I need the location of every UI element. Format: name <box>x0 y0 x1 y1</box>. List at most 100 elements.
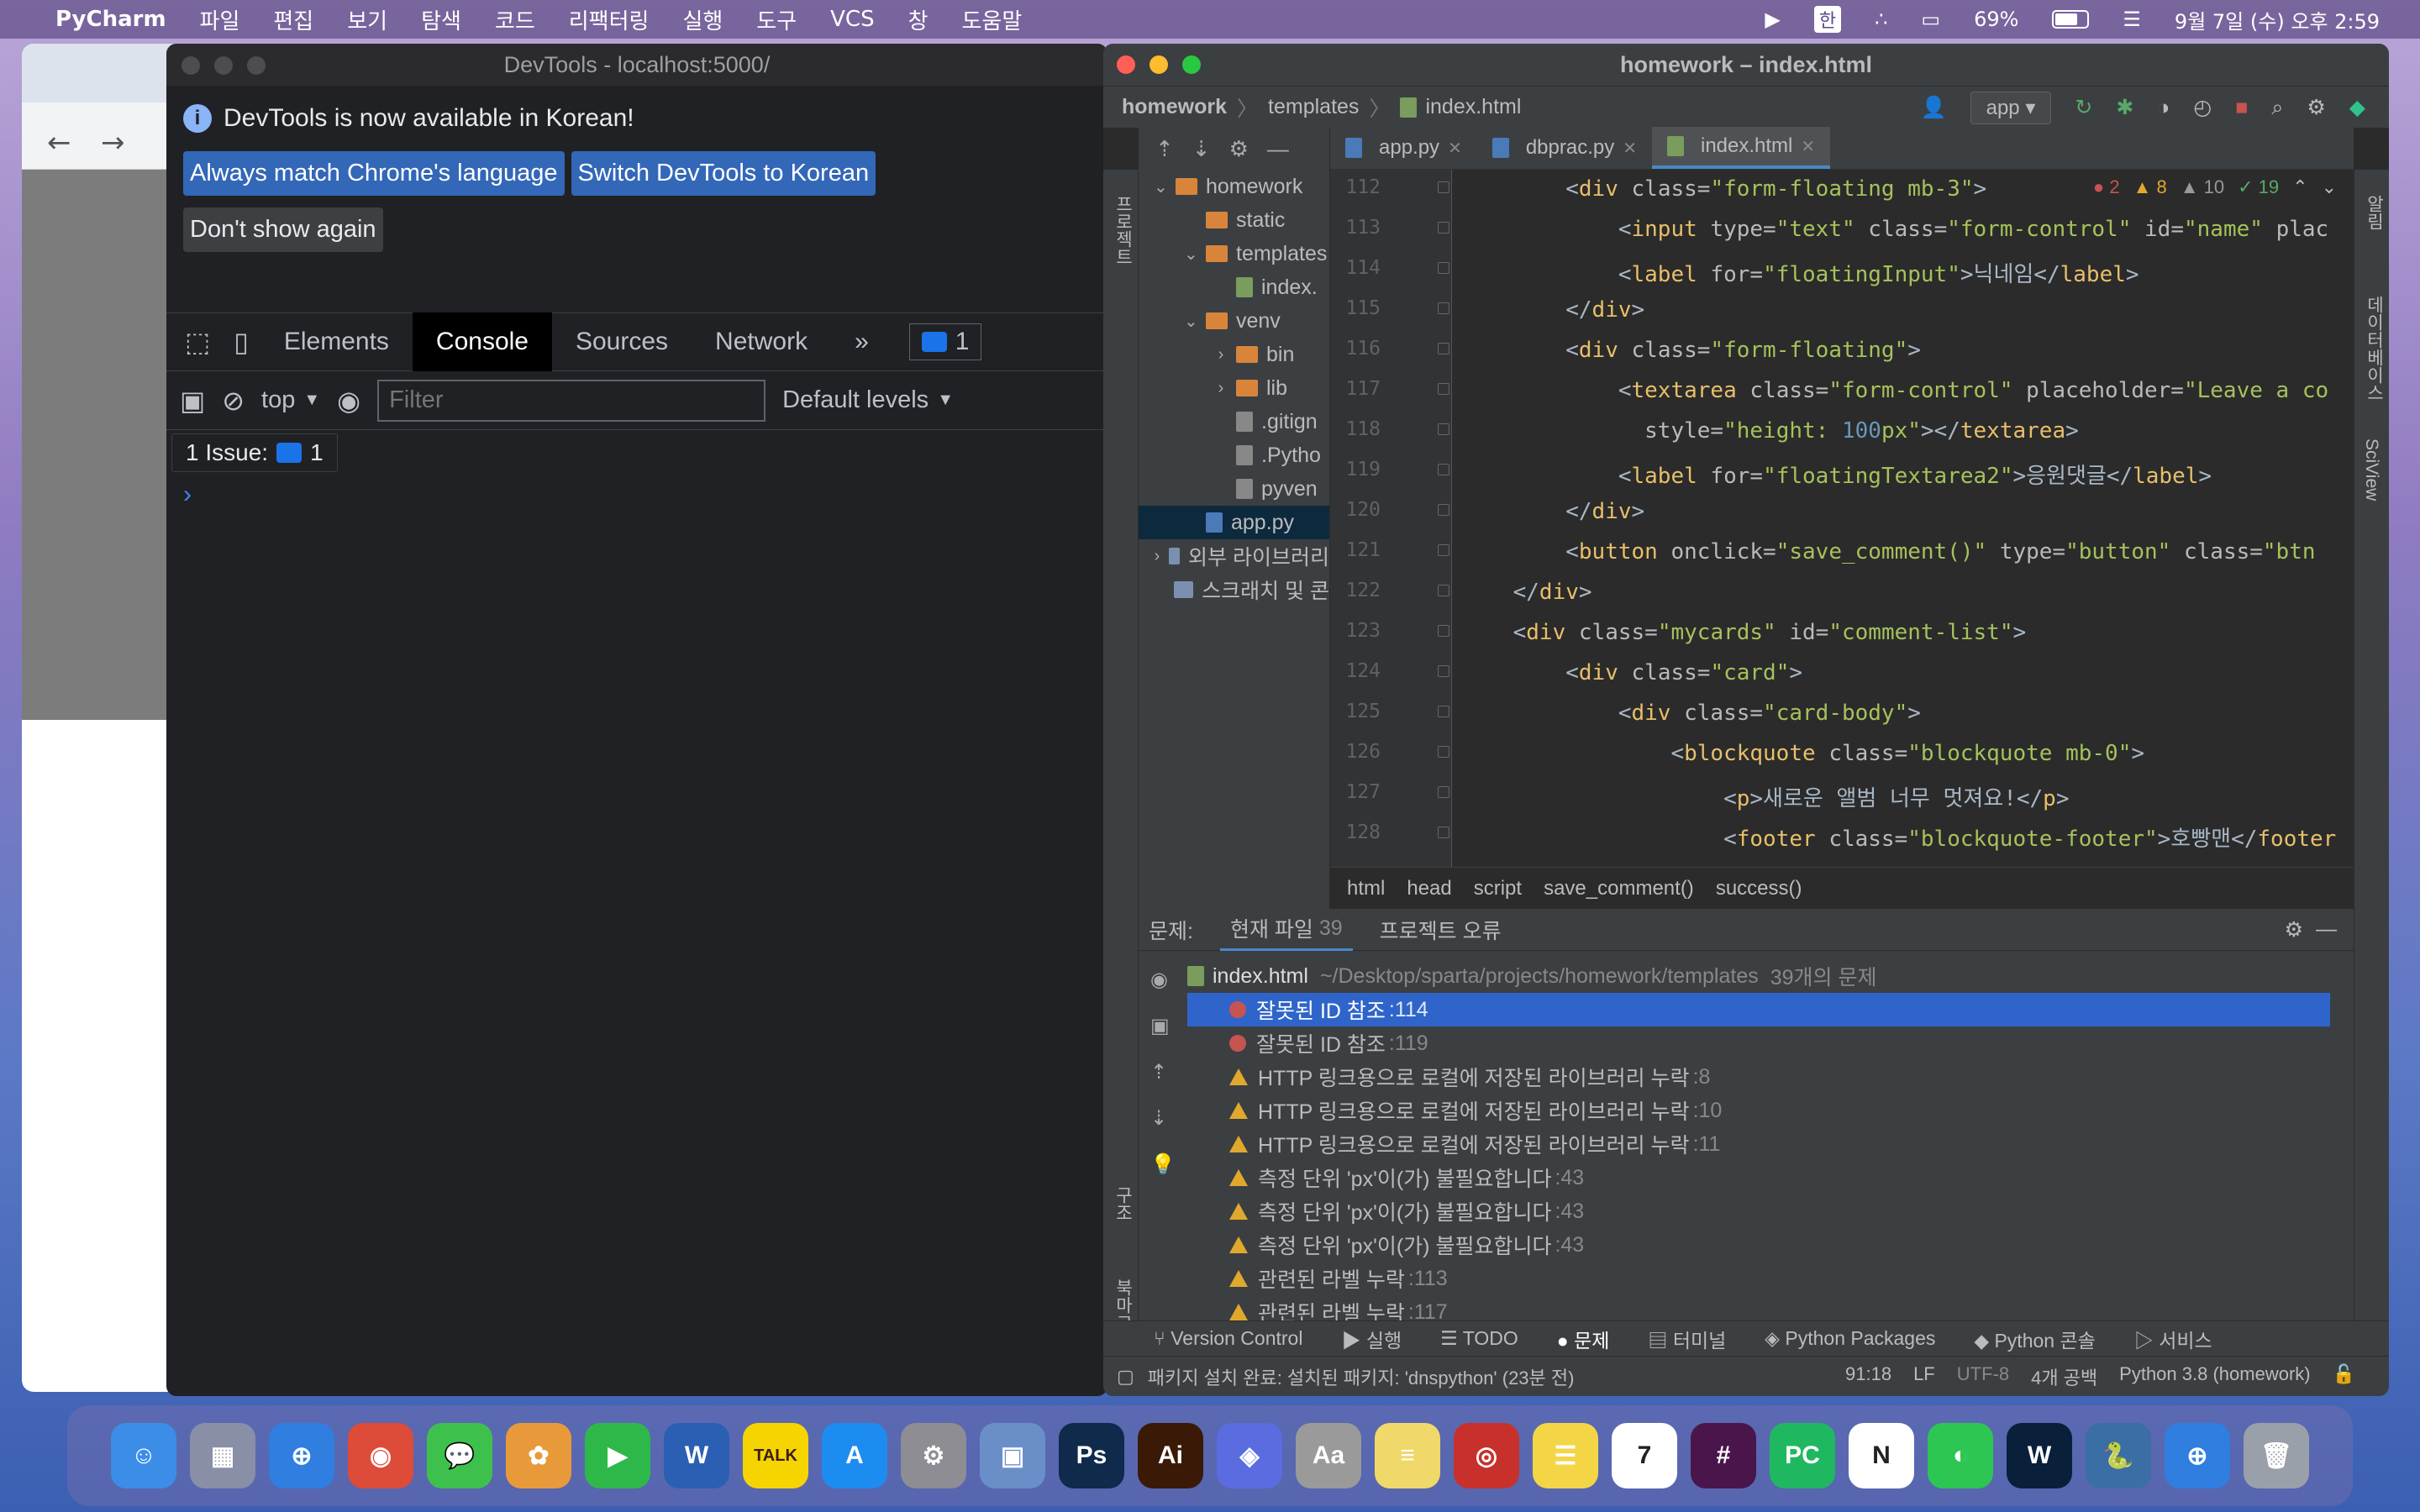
structure-tool-tab[interactable]: 구조 <box>1110 1186 1135 1221</box>
chevron-icon[interactable]: ⌄ <box>1184 244 1198 265</box>
python-console-tool[interactable]: ◆ Python 콘솔 <box>1974 1325 2095 1353</box>
code-line[interactable]: </div> <box>1460 499 1644 524</box>
play-status-icon[interactable]: ▶ <box>1765 8 1780 31</box>
kakaotalk-dock-icon[interactable]: TALK <box>743 1423 808 1488</box>
code-line[interactable]: <label for="floatingInput">닉네임</label> <box>1460 257 2139 288</box>
plugin-icon[interactable]: ◆ <box>2349 95 2365 120</box>
crumb-html[interactable]: html <box>1347 877 1385 900</box>
chevron-icon[interactable]: ⌄ <box>1154 176 1168 197</box>
device-toolbar-icon[interactable]: ▯ <box>222 326 260 358</box>
collapse-icon[interactable]: ⇣ <box>1150 1106 1176 1131</box>
inspect-element-icon[interactable]: ⬚ <box>166 326 222 358</box>
tree-item[interactable]: ⌄ homework <box>1139 170 1329 203</box>
python-packages-tool[interactable]: ◈ Python Packages <box>1765 1327 1935 1350</box>
context-select[interactable]: top ▼ <box>261 386 320 414</box>
problem-row[interactable]: 측정 단위 'px'이(가) 불필요합니다:43 <box>1187 1194 2330 1228</box>
live-expression-eye-icon[interactable]: ◉ <box>337 385 360 417</box>
terminal-tool[interactable]: ▤ 터미널 <box>1648 1325 1726 1353</box>
gear-icon[interactable]: ⚙ <box>2307 95 2325 120</box>
prev-highlight-icon[interactable]: ⌃ <box>2292 176 2307 198</box>
weak-warning-count[interactable]: ▲ 10 <box>2181 176 2224 198</box>
facetime-dock-icon[interactable]: ▶ <box>585 1423 650 1488</box>
fold-marker-icon[interactable] <box>1438 504 1449 516</box>
editor-tab[interactable]: index.html ✕ <box>1652 127 1831 169</box>
menu-item-refactor[interactable]: 리팩터링 <box>569 4 650 35</box>
gear-icon[interactable]: ⚙ <box>1229 136 1249 162</box>
notifications-tool-tab[interactable]: 알림 <box>2361 195 2386 230</box>
fold-marker-icon[interactable] <box>1438 343 1449 354</box>
problem-row[interactable]: HTTP 링크용으로 로컬에 저장된 라이브러리 누락:8 <box>1187 1060 2330 1094</box>
fold-marker-icon[interactable] <box>1438 585 1449 596</box>
photos-dock-icon[interactable]: ✿ <box>506 1423 571 1488</box>
chevron-icon[interactable]: › <box>1214 379 1228 398</box>
fold-marker-icon[interactable] <box>1438 302 1449 314</box>
database-tool-tab[interactable]: 데이터베이스 <box>2361 296 2386 402</box>
chevron-icon[interactable]: ⌄ <box>1184 311 1198 332</box>
sciview-tool-tab[interactable]: SciView <box>2361 438 2381 501</box>
menu-app-name[interactable]: PyCharm <box>55 7 166 32</box>
editor-tab[interactable]: app.py ✕ <box>1330 127 1477 169</box>
problem-row[interactable]: 측정 단위 'px'이(가) 불필요합니다:43 <box>1187 1161 2330 1194</box>
tree-item[interactable]: › 외부 라이브러리 <box>1139 539 1329 573</box>
menu-item-code[interactable]: 코드 <box>495 4 535 35</box>
run-config-select[interactable]: app ▾ <box>1970 91 2052 124</box>
webex-dock-icon[interactable]: W <box>2007 1423 2072 1488</box>
tree-item[interactable]: static <box>1139 203 1329 237</box>
clear-console-icon[interactable]: ⊘ <box>222 385 245 417</box>
nav-crumb-project[interactable]: homework <box>1122 95 1227 119</box>
fold-marker-icon[interactable] <box>1438 222 1449 234</box>
code-line[interactable]: <button onclick="save_comment()" type="b… <box>1460 539 2328 564</box>
console-prompt[interactable]: › <box>183 480 192 509</box>
inspection-widget[interactable]: ● 2 ▲ 8 ▲ 10 ✓ 19 ⌃ ⌄ <box>2093 176 2337 198</box>
fold-marker-icon[interactable] <box>1438 383 1449 395</box>
display-icon[interactable]: ▭ <box>1921 8 1940 31</box>
coverage-icon[interactable]: ◑ <box>2157 96 2170 120</box>
menu-item-file[interactable]: 파일 <box>200 4 240 35</box>
problem-row[interactable]: HTTP 링크용으로 로컬에 저장된 라이브러리 누락:10 <box>1187 1094 2330 1127</box>
bulb-icon[interactable]: 💡 <box>1150 1152 1176 1177</box>
next-highlight-icon[interactable]: ⌄ <box>2322 176 2337 198</box>
image-capture-dock-icon[interactable]: ◈ <box>1217 1423 1282 1488</box>
input-source-indicator[interactable]: 한 <box>1813 6 1842 33</box>
error-count[interactable]: ● 2 <box>2093 176 2120 198</box>
menu-item-edit[interactable]: 편집 <box>273 4 313 35</box>
project-tool-tab[interactable]: 프로젝트 <box>1110 195 1135 265</box>
expand-icon[interactable]: ⇡ <box>1150 1060 1176 1084</box>
lock-icon[interactable]: 🔓 <box>2333 1363 2355 1390</box>
calendar-dock-icon[interactable]: 7 <box>1612 1423 1677 1488</box>
fold-marker-icon[interactable] <box>1438 665 1449 677</box>
issues-counter[interactable]: 1 Issue: 1 <box>171 433 338 472</box>
slack-dock-icon[interactable]: # <box>1691 1423 1756 1488</box>
user-icon[interactable]: 👤 <box>1920 96 1946 120</box>
more-tabs-button[interactable]: » <box>831 312 892 371</box>
menu-item-window[interactable]: 창 <box>908 4 929 35</box>
code-line[interactable]: style="height: 100px"></textarea> <box>1460 418 2079 444</box>
finder-dock-icon[interactable]: ☺ <box>111 1423 176 1488</box>
code-line[interactable]: <div class="card-body"> <box>1460 701 1921 726</box>
fold-marker-icon[interactable] <box>1438 181 1449 193</box>
word-dock-icon[interactable]: W <box>664 1423 729 1488</box>
match-language-button[interactable]: Always match Chrome's language <box>183 151 565 196</box>
dont-show-again-button[interactable]: Don't show again <box>183 207 383 252</box>
hide-panel-icon[interactable]: — <box>2316 917 2337 942</box>
menu-item-tools[interactable]: 도구 <box>756 4 797 35</box>
safari-2-dock-icon[interactable]: ⊕ <box>2165 1423 2230 1488</box>
debug-icon[interactable]: ✱ <box>2116 95 2133 120</box>
menubar-clock[interactable]: 9월 7일 (수) 오후 2:59 <box>2175 5 2380 34</box>
python-launcher-dock-icon[interactable]: 🐍 <box>2086 1423 2151 1488</box>
editor-tab[interactable]: dbprac.py ✕ <box>1477 127 1652 169</box>
code-line[interactable]: <div class="mycards" id="comment-list"> <box>1460 620 2027 645</box>
zoom-button[interactable] <box>247 56 266 75</box>
appstore-dock-icon[interactable]: A <box>822 1423 887 1488</box>
close-tab-icon[interactable]: ✕ <box>1623 138 1637 159</box>
close-button[interactable] <box>1117 55 1135 74</box>
tree-item[interactable]: app.py <box>1139 506 1329 539</box>
toggle-tool-windows-icon[interactable]: ▢ <box>1117 1366 1134 1388</box>
status-position[interactable]: 91:18 <box>1845 1363 1891 1390</box>
todo-tool[interactable]: ☰ TODO <box>1440 1327 1518 1350</box>
status-line-ending[interactable]: LF <box>1913 1363 1935 1390</box>
profile-icon[interactable]: ◴ <box>2193 95 2212 120</box>
code-line[interactable]: <textarea class="form-control" placehold… <box>1460 378 2328 403</box>
fold-marker-icon[interactable] <box>1438 746 1449 758</box>
problem-row[interactable]: 측정 단위 'px'이(가) 불필요합니다:43 <box>1187 1228 2330 1262</box>
